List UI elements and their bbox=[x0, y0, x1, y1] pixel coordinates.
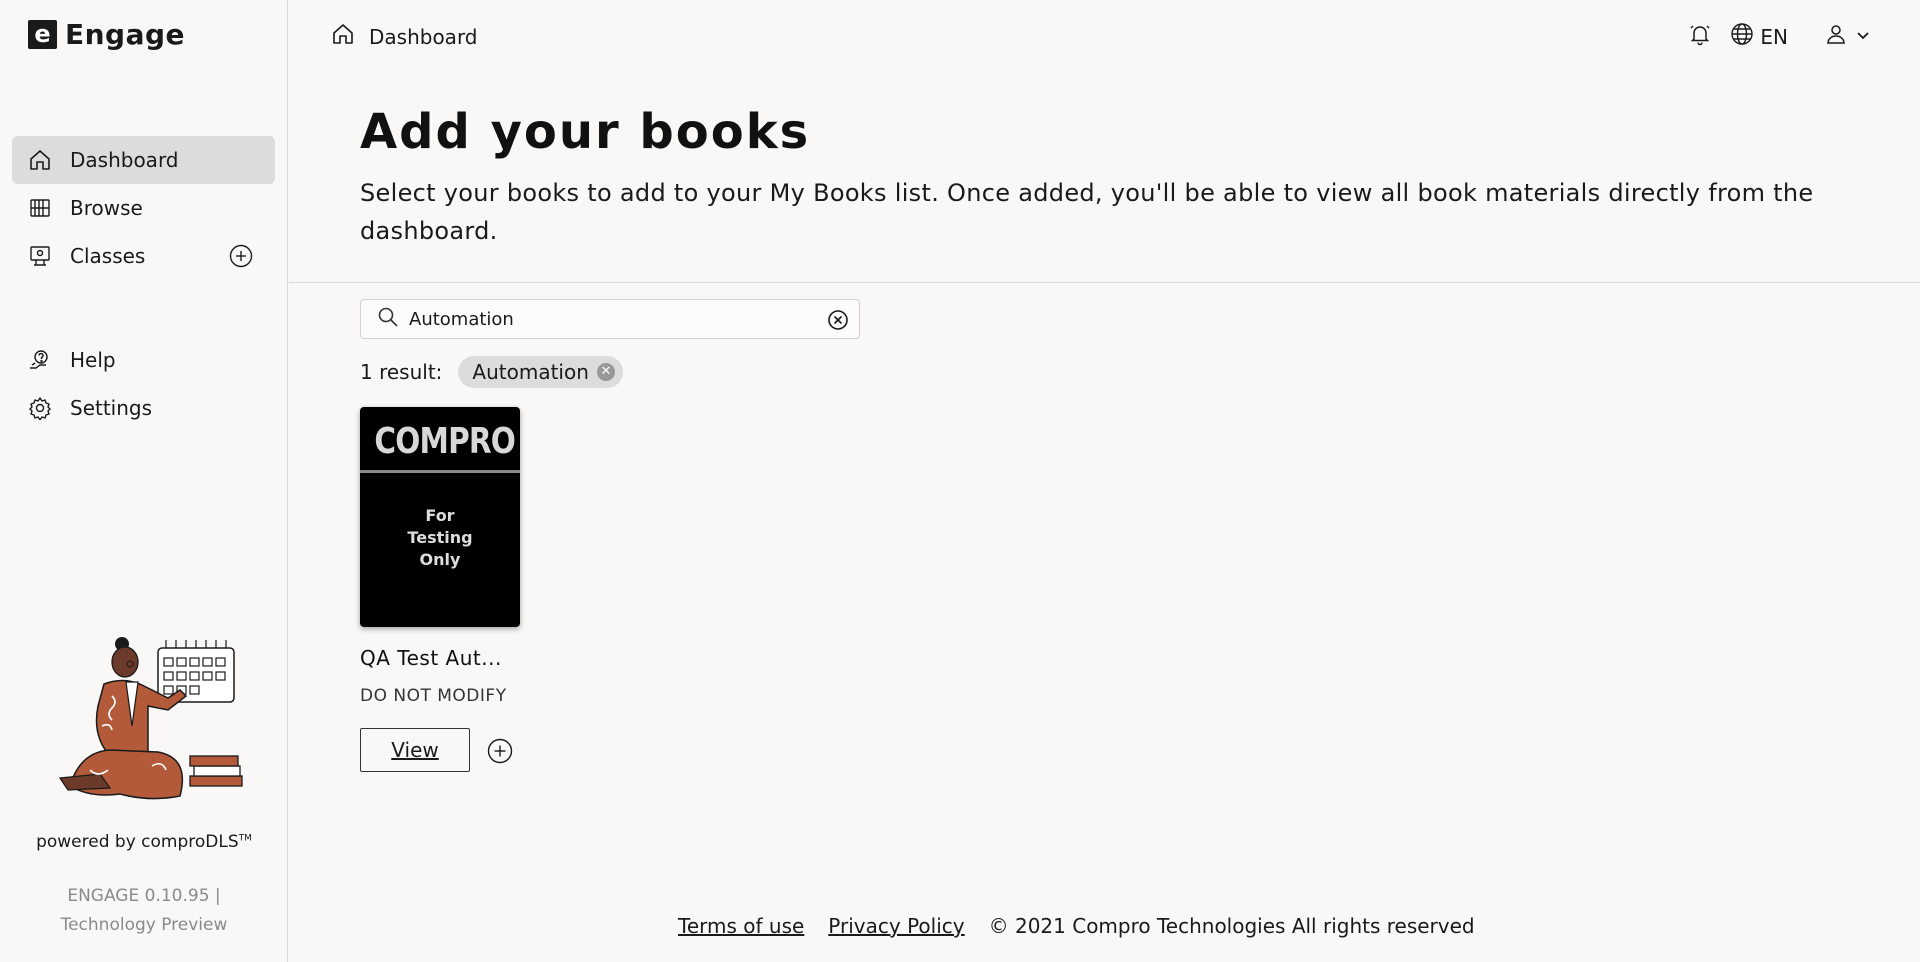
search-input[interactable] bbox=[409, 308, 809, 330]
remove-filter-icon[interactable]: ✕ bbox=[596, 363, 615, 381]
chevron-down-icon bbox=[1854, 25, 1872, 49]
home-icon bbox=[28, 148, 52, 172]
cover-line: For bbox=[425, 506, 455, 525]
breadcrumb: Dashboard bbox=[331, 22, 478, 51]
privacy-link[interactable]: Privacy Policy bbox=[828, 914, 964, 938]
sidebar-item-label: Help bbox=[70, 348, 116, 372]
cover-rule bbox=[360, 470, 520, 473]
cover-line: Only bbox=[419, 550, 461, 569]
logo-mark-icon: e bbox=[28, 20, 57, 49]
sidebar-nav: Dashboard Browse Classes bbox=[12, 136, 275, 280]
page-title: Add your books bbox=[360, 104, 811, 160]
user-menu[interactable] bbox=[1824, 22, 1872, 51]
search-icon bbox=[377, 306, 399, 332]
sidebar-item-label: Browse bbox=[70, 196, 143, 220]
user-icon bbox=[1824, 22, 1848, 51]
book-subtitle: DO NOT MODIFY bbox=[360, 686, 507, 706]
clear-search-icon[interactable] bbox=[827, 309, 849, 331]
app-name: Engage bbox=[65, 18, 186, 51]
results-count: 1 result: bbox=[360, 360, 443, 384]
powered-by-brand: comproDLS bbox=[141, 832, 239, 852]
sidebar-item-label: Settings bbox=[70, 396, 153, 420]
version-note: Technology Preview bbox=[60, 915, 228, 935]
app-logo[interactable]: e Engage bbox=[28, 18, 185, 51]
cover-subtitle: For Testing Only bbox=[360, 505, 520, 571]
classroom-icon bbox=[28, 244, 52, 268]
home-icon[interactable] bbox=[331, 22, 355, 51]
copyright-text: © 2021 Compro Technologies All rights re… bbox=[988, 914, 1475, 938]
language-selector[interactable]: EN bbox=[1730, 22, 1788, 51]
gear-icon bbox=[28, 396, 52, 420]
powered-by-text: powered by bbox=[36, 832, 136, 852]
sidebar-item-label: Classes bbox=[70, 244, 146, 268]
sidebar: e Engage Dashboard Browse Classes Help S… bbox=[0, 0, 288, 962]
reading-illustration bbox=[40, 626, 250, 806]
breadcrumb-current: Dashboard bbox=[369, 24, 478, 49]
book-title: QA Test Aut... bbox=[360, 646, 502, 670]
cover-line: Testing bbox=[407, 528, 473, 547]
sidebar-item-help[interactable]: Help bbox=[12, 336, 275, 384]
footer: Terms of use Privacy Policy © 2021 Compr… bbox=[678, 914, 1475, 938]
language-code: EN bbox=[1760, 24, 1788, 49]
version-number: ENGAGE 0.10.95 | bbox=[67, 886, 221, 906]
search-box bbox=[360, 299, 860, 339]
powered-by: powered by comproDLSTM bbox=[0, 832, 288, 852]
notification-bell-icon[interactable] bbox=[1688, 22, 1712, 51]
header-actions: EN bbox=[1688, 22, 1872, 51]
sidebar-item-settings[interactable]: Settings bbox=[12, 384, 275, 432]
add-class-icon[interactable] bbox=[229, 244, 253, 268]
page-description: Select your books to add to your My Book… bbox=[360, 179, 1814, 245]
book-cover[interactable]: COMPRO For Testing Only bbox=[360, 407, 520, 627]
filter-chip-label: Automation bbox=[472, 360, 589, 384]
sidebar-nav-secondary: Help Settings bbox=[12, 336, 275, 432]
version-info: ENGAGE 0.10.95 | Technology Preview bbox=[0, 882, 288, 940]
globe-icon bbox=[1730, 22, 1754, 51]
sidebar-item-dashboard[interactable]: Dashboard bbox=[12, 136, 275, 184]
sidebar-item-label: Dashboard bbox=[70, 148, 179, 172]
section-divider bbox=[289, 282, 1920, 283]
help-icon bbox=[28, 348, 52, 372]
trademark-mark: TM bbox=[238, 833, 252, 844]
terms-link[interactable]: Terms of use bbox=[678, 914, 804, 938]
add-book-icon[interactable] bbox=[487, 738, 513, 764]
cover-brand: COMPRO bbox=[374, 421, 516, 462]
sidebar-item-classes[interactable]: Classes bbox=[12, 232, 275, 280]
top-bar: Dashboard EN bbox=[289, 0, 1920, 72]
library-icon bbox=[28, 196, 52, 220]
sidebar-item-browse[interactable]: Browse bbox=[12, 184, 275, 232]
filter-chip: Automation ✕ bbox=[458, 356, 623, 388]
view-book-button[interactable]: View bbox=[360, 728, 470, 772]
results-bar: 1 result: Automation ✕ bbox=[360, 356, 623, 388]
